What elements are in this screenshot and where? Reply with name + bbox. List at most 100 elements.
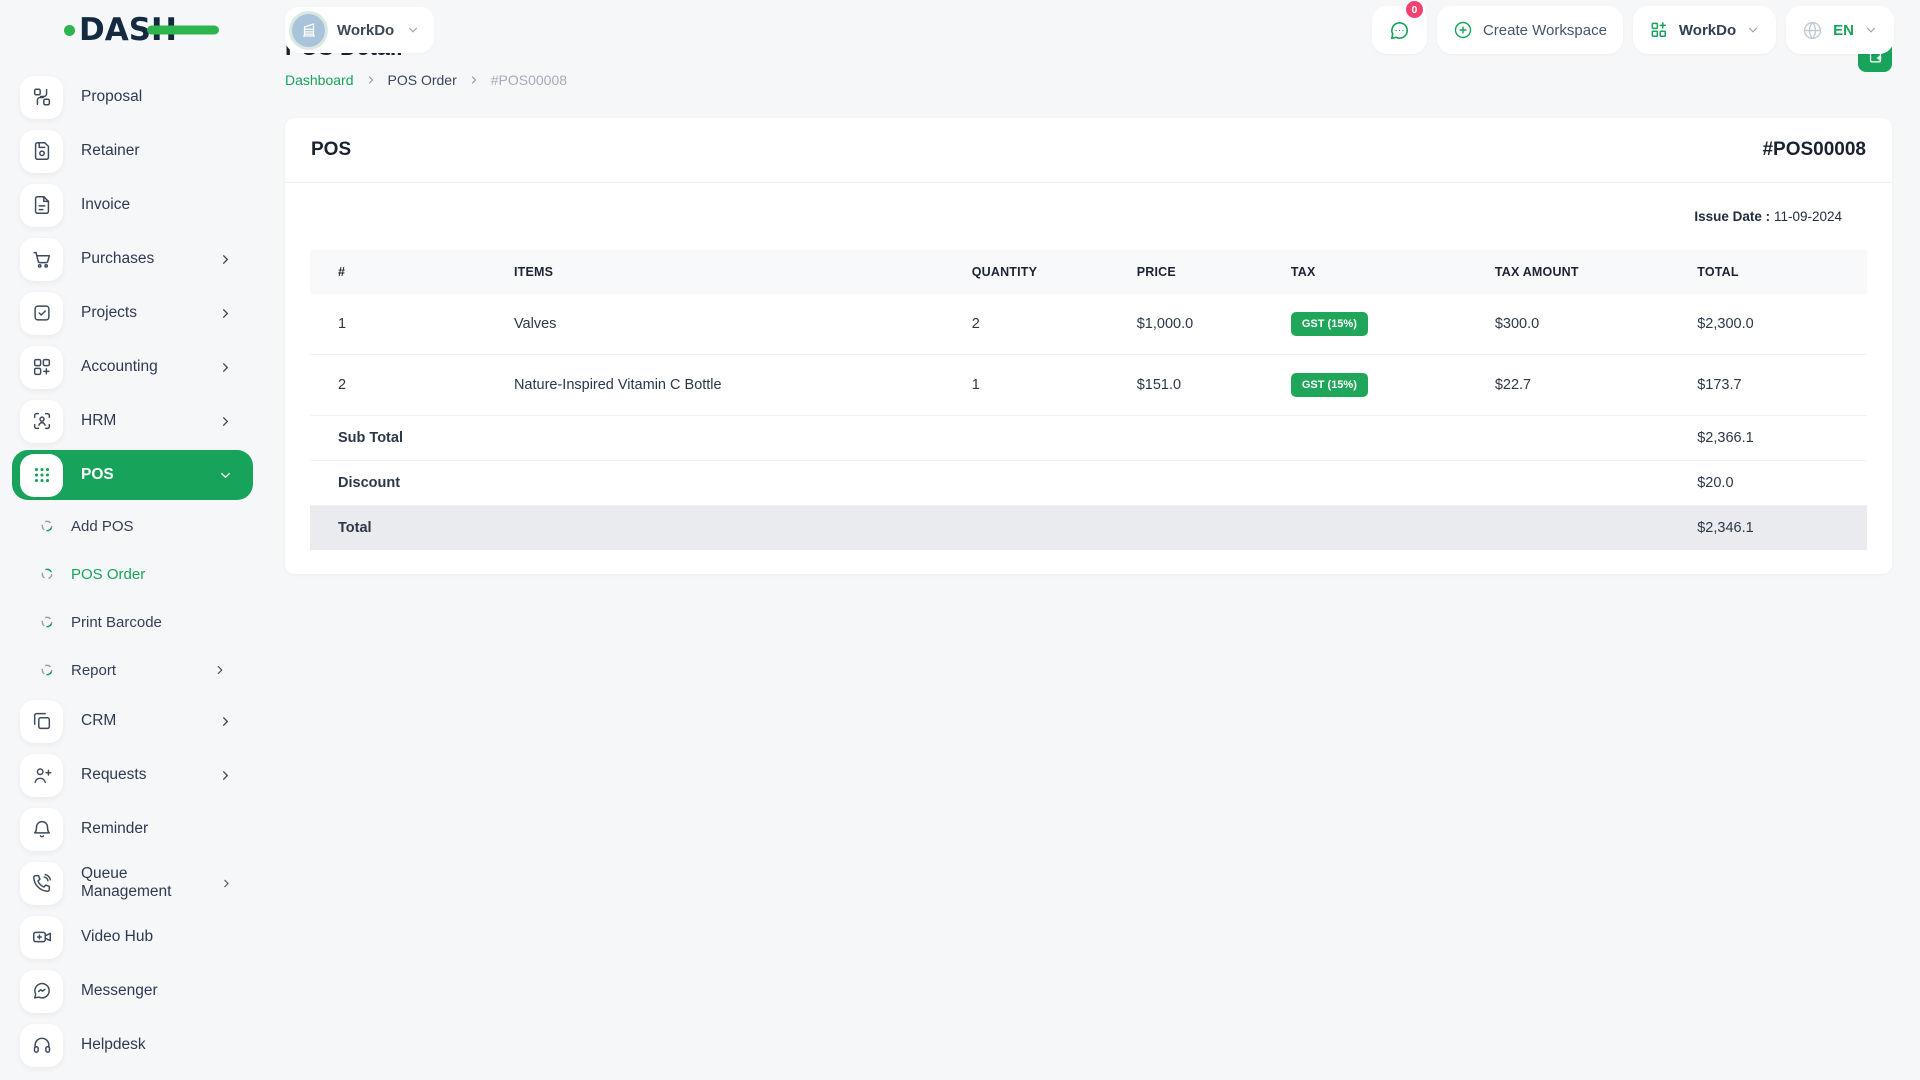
sidebar-item-pos-order[interactable]: POS Order	[12, 550, 253, 598]
accounting-icon	[20, 345, 63, 389]
sidebar-item-report[interactable]: Report	[12, 646, 253, 694]
chevron-right-icon	[223, 770, 229, 780]
cell-tax-amount: $22.7	[1466, 354, 1670, 416]
chevron-down-icon	[409, 27, 418, 33]
grid-plus-icon	[1651, 22, 1666, 37]
sidebar-item-queue-management[interactable]: Queue Management	[12, 856, 253, 910]
sidebar-item-projects[interactable]: Projects	[12, 286, 253, 340]
logo-area: DASH	[0, 14, 265, 46]
discount-value: $20.0	[1669, 460, 1867, 506]
dash-logo[interactable]: DASH	[64, 14, 219, 46]
subtotal-label: Sub Total	[310, 415, 1670, 461]
sidebar-item-add-pos[interactable]: Add POS	[12, 502, 253, 550]
breadcrumb-dashboard-link[interactable]: Dashboard	[285, 72, 354, 88]
sidebar-item-label: POS Order	[71, 565, 146, 583]
col-header-total: TOTAL	[1669, 250, 1867, 294]
subtotal-value: $2,366.1	[1669, 415, 1867, 461]
cell-total: $173.7	[1669, 354, 1867, 416]
sidebar-item-label: Helpdesk	[81, 1036, 146, 1053]
sidebar-item-label: Requests	[81, 766, 147, 783]
workspace-selector[interactable]: WorkDo	[285, 7, 435, 53]
sub-dot-icon	[41, 520, 53, 532]
cell-tax: GST (15%)	[1262, 294, 1467, 355]
total-row: Total $2,346.1	[310, 505, 1867, 550]
cell-item: Nature-Inspired Vitamin C Bottle	[485, 354, 944, 416]
company-menu-label: WorkDo	[1678, 21, 1737, 39]
cell-quantity: 1	[943, 354, 1109, 416]
messages-count-badge: 0	[1403, 0, 1425, 20]
top-bar: DASH WorkDo 0 Create Workspace WorkDo EN	[0, 0, 1920, 60]
reminder-icon	[20, 807, 63, 851]
discount-label: Discount	[310, 460, 1670, 506]
logo-bar-icon	[147, 25, 219, 35]
sidebar-item-label: CRM	[81, 712, 117, 729]
chat-icon	[1390, 21, 1408, 39]
chevron-right-icon	[217, 665, 223, 675]
create-workspace-button[interactable]: Create Workspace	[1436, 6, 1623, 54]
col-header-items: ITEMS	[485, 250, 944, 294]
sidebar-item-requests[interactable]: Requests	[12, 748, 253, 802]
sidebar-item-invoice[interactable]: Invoice	[12, 178, 253, 232]
sub-dot-icon	[41, 616, 53, 628]
retainer-icon	[20, 129, 63, 173]
chevron-right-icon	[223, 308, 229, 318]
header-actions: 0 Create Workspace WorkDo EN	[1371, 0, 1894, 54]
pos-detail-card: POS #POS00008 Issue Date : 11-09-2024 # …	[285, 118, 1892, 574]
sidebar-item-messenger[interactable]: Messenger	[12, 964, 253, 1018]
card-header: POS #POS00008	[285, 118, 1892, 183]
sidebar-item-reminder[interactable]: Reminder	[12, 802, 253, 856]
create-workspace-label: Create Workspace	[1482, 21, 1607, 39]
issue-date-label: Issue Date :	[1694, 209, 1771, 224]
pos-number: #POS00008	[1762, 139, 1866, 160]
breadcrumb: Dashboard POS Order #POS00008	[285, 72, 567, 88]
table-row: 2 Nature-Inspired Vitamin C Bottle 1 $15…	[310, 354, 1867, 416]
sidebar-item-purchases[interactable]: Purchases	[12, 232, 253, 286]
crm-icon	[20, 699, 63, 743]
col-header-num: #	[310, 250, 486, 294]
messenger-icon	[20, 969, 63, 1013]
cell-tax-amount: $300.0	[1466, 294, 1670, 355]
sidebar-item-print-barcode[interactable]: Print Barcode	[12, 598, 253, 646]
sidebar-item-label: Invoice	[81, 196, 131, 213]
table-row: 1 Valves 2 $1,000.0 GST (15%) $300.0 $2,…	[310, 294, 1867, 355]
sidebar: Proposal Retainer Invoice Purchases Proj…	[0, 60, 265, 1080]
cell-price: $151.0	[1108, 354, 1263, 416]
breadcrumb-pos-order[interactable]: POS Order	[388, 72, 457, 88]
chevron-right-icon	[223, 416, 229, 426]
cell-tax: GST (15%)	[1262, 354, 1467, 416]
sidebar-item-label: Proposal	[81, 88, 143, 105]
globe-icon	[1804, 21, 1822, 39]
invoice-icon	[20, 183, 63, 227]
sidebar-item-accounting[interactable]: Accounting	[12, 340, 253, 394]
cell-num: 2	[310, 354, 486, 416]
sidebar-item-retainer[interactable]: Retainer	[12, 124, 253, 178]
company-menu-button[interactable]: WorkDo	[1632, 6, 1777, 54]
sub-dot-icon	[41, 664, 53, 676]
breadcrumb-current: #POS00008	[490, 72, 568, 88]
workspace-avatar	[292, 13, 325, 47]
subtotal-row: Sub Total $2,366.1	[310, 415, 1867, 461]
cell-quantity: 2	[943, 294, 1109, 355]
chevron-right-icon	[223, 362, 229, 372]
sidebar-item-label: Reminder	[81, 820, 149, 837]
language-selector[interactable]: EN	[1786, 6, 1894, 54]
chevron-down-icon	[221, 472, 230, 478]
sidebar-item-helpdesk[interactable]: Helpdesk	[12, 1018, 253, 1072]
sidebar-item-crm[interactable]: CRM	[12, 694, 253, 748]
sidebar-item-label: Report	[71, 661, 117, 679]
sub-dot-icon	[41, 568, 53, 580]
cell-total: $2,300.0	[1669, 294, 1867, 355]
sidebar-item-label: Purchases	[81, 250, 155, 267]
sidebar-item-proposal[interactable]: Proposal	[12, 70, 253, 124]
video-hub-icon	[20, 915, 63, 959]
main-content: POS Detail Dashboard POS Order #POS00008…	[265, 0, 1920, 574]
sidebar-item-pos[interactable]: POS	[12, 450, 253, 500]
messages-button[interactable]: 0	[1371, 0, 1427, 54]
pos-items-table: # ITEMS QUANTITY PRICE TAX TAX AMOUNT TO…	[310, 250, 1867, 550]
sidebar-item-label: Add POS	[71, 517, 134, 535]
sidebar-item-hrm[interactable]: HRM	[12, 394, 253, 448]
language-code: EN	[1833, 21, 1854, 39]
sidebar-item-label: Retainer	[81, 142, 140, 159]
col-header-tax: TAX	[1262, 250, 1467, 294]
sidebar-item-video-hub[interactable]: Video Hub	[12, 910, 253, 964]
